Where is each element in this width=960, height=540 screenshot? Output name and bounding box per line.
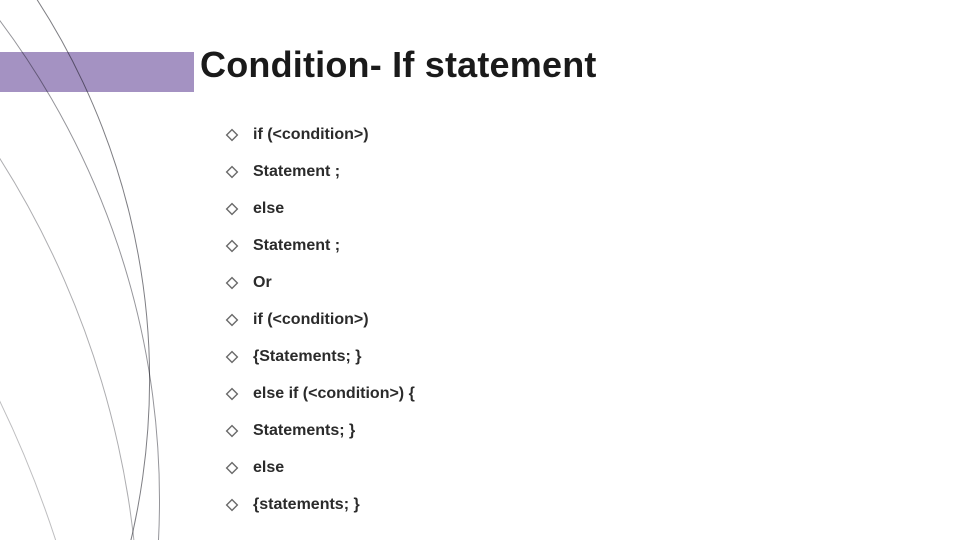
list-item: else	[225, 449, 825, 486]
list-item-text: Statement ;	[253, 237, 340, 255]
list-item-text: {Statements; }	[253, 348, 361, 366]
list-item: Statements; }	[225, 412, 825, 449]
list-item: if (<condition>)	[225, 116, 825, 153]
list-item: {Statements; }	[225, 338, 825, 375]
list-item: else if (<condition>) {	[225, 375, 825, 412]
list-item-text: else	[253, 459, 284, 477]
diamond-bullet-icon	[225, 424, 239, 438]
list-item-text: Or	[253, 274, 272, 292]
list-item: Statement ;	[225, 153, 825, 190]
diamond-bullet-icon	[225, 350, 239, 364]
diamond-bullet-icon	[225, 239, 239, 253]
list-item: if (<condition>)	[225, 301, 825, 338]
diamond-bullet-icon	[225, 498, 239, 512]
diamond-bullet-icon	[225, 461, 239, 475]
title-accent-bar	[0, 52, 194, 92]
slide-title: Condition- If statement	[200, 44, 597, 86]
list-item-text: {statements; }	[253, 496, 360, 514]
list-item-text: Statements; }	[253, 422, 355, 440]
list-item: Statement ;	[225, 227, 825, 264]
diamond-bullet-icon	[225, 128, 239, 142]
diamond-bullet-icon	[225, 165, 239, 179]
list-item-text: else	[253, 200, 284, 218]
list-item: else	[225, 190, 825, 227]
list-item: {statements; }	[225, 486, 825, 523]
diamond-bullet-icon	[225, 387, 239, 401]
list-item: Or	[225, 264, 825, 301]
slide: Condition- If statement if (<condition>)…	[0, 0, 960, 540]
list-item-text: if (<condition>)	[253, 126, 369, 144]
list-item-text: if (<condition>)	[253, 311, 369, 329]
diamond-bullet-icon	[225, 276, 239, 290]
list-item-text: else if (<condition>) {	[253, 385, 415, 403]
diamond-bullet-icon	[225, 202, 239, 216]
diamond-bullet-icon	[225, 313, 239, 327]
list-item-text: Statement ;	[253, 163, 340, 181]
bullet-list: if (<condition>) Statement ; else Statem…	[225, 116, 825, 523]
